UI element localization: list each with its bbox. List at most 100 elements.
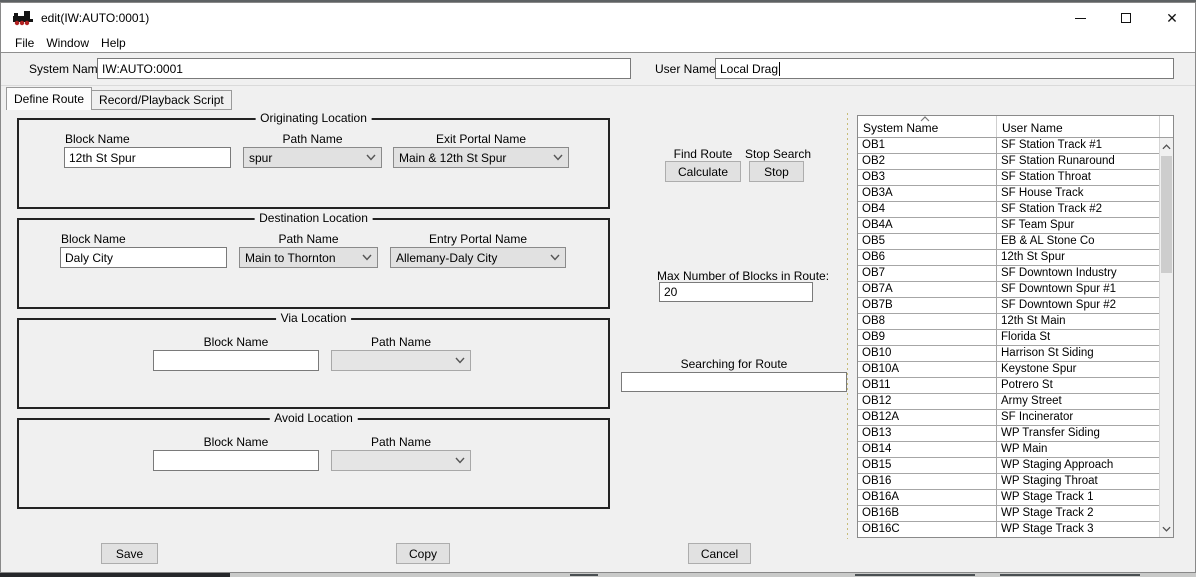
chevron-down-icon	[1162, 526, 1171, 532]
name-header-panel: System Name: User Name: Local Drag	[1, 52, 1195, 86]
table-scrollbar[interactable]	[1159, 138, 1173, 537]
table-row[interactable]: OB15 WP Staging Approach	[858, 458, 1160, 474]
block-table: System Name User Name OB1 SF Station Tra…	[857, 115, 1174, 538]
background-window-edge-bottom	[0, 573, 1196, 577]
table-row[interactable]: OB10 Harrison St Siding	[858, 346, 1160, 362]
via-location-title: Via Location	[276, 311, 352, 325]
originating-path-name-dropdown[interactable]: spur	[243, 147, 382, 168]
background-artifact	[570, 574, 598, 576]
user-name-cell: SF Team Spur	[997, 218, 1160, 233]
table-row[interactable]: OB9 Florida St	[858, 330, 1160, 346]
chevron-down-icon	[455, 457, 465, 464]
table-row[interactable]: OB12A SF Incinerator	[858, 410, 1160, 426]
user-name-cell: Army Street	[997, 394, 1160, 409]
user-name-cell: SF Downtown Spur #2	[997, 298, 1160, 313]
find-route-label: Find Route	[663, 147, 743, 161]
menu-window[interactable]: Window	[40, 33, 95, 52]
menu-bar: File Window Help	[1, 33, 1195, 52]
via-path-name-dropdown[interactable]	[331, 350, 471, 371]
destination-block-name-input[interactable]	[60, 247, 227, 268]
table-row[interactable]: OB16B WP Stage Track 2	[858, 506, 1160, 522]
via-location-group: Via Location Block Name Path Name	[17, 318, 610, 409]
table-row[interactable]: OB4 SF Station Track #2	[858, 202, 1160, 218]
user-name-cell: SF Station Runaround	[997, 154, 1160, 169]
via-block-name-input[interactable]	[153, 350, 319, 371]
caption-buttons: ✕	[1057, 3, 1195, 33]
system-name-cell: OB15	[858, 458, 997, 473]
user-name-cell: SF Station Track #2	[997, 202, 1160, 217]
title-bar: edit(IW:AUTO:0001) ✕	[1, 3, 1195, 33]
exit-portal-name-dropdown[interactable]: Main & 12th St Spur	[393, 147, 569, 168]
user-name-cell: WP Staging Throat	[997, 474, 1160, 489]
entry-portal-name-dropdown[interactable]: Allemany-Daly City	[390, 247, 566, 268]
entry-portal-name-label: Entry Portal Name	[390, 232, 566, 246]
block-table-body: OB1 SF Station Track #1 OB2 SF Station R…	[858, 138, 1160, 537]
table-row[interactable]: OB5 EB & AL Stone Co	[858, 234, 1160, 250]
system-name-cell: OB13	[858, 426, 997, 441]
table-row[interactable]: OB6 12th St Spur	[858, 250, 1160, 266]
destination-block-name-label: Block Name	[61, 232, 126, 246]
table-row[interactable]: OB7B SF Downtown Spur #2	[858, 298, 1160, 314]
searching-for-route-field[interactable]	[621, 372, 847, 392]
table-row[interactable]: OB16A WP Stage Track 1	[858, 490, 1160, 506]
avoid-block-name-input[interactable]	[153, 450, 319, 471]
system-name-cell: OB12A	[858, 410, 997, 425]
via-block-name-label: Block Name	[153, 335, 319, 349]
table-row[interactable]: OB3 SF Station Throat	[858, 170, 1160, 186]
system-name-cell: OB3A	[858, 186, 997, 201]
table-row[interactable]: OB7A SF Downtown Spur #1	[858, 282, 1160, 298]
user-name-cell: SF Downtown Spur #1	[997, 282, 1160, 297]
cancel-button[interactable]: Cancel	[688, 543, 751, 564]
table-row[interactable]: OB16C WP Stage Track 3	[858, 522, 1160, 537]
originating-path-name-label: Path Name	[243, 132, 382, 146]
max-blocks-input[interactable]	[659, 282, 813, 302]
system-name-cell: OB12	[858, 394, 997, 409]
tab-record-playback-script[interactable]: Record/Playback Script	[92, 90, 232, 110]
column-header-system-name[interactable]: System Name	[858, 116, 997, 137]
menu-help[interactable]: Help	[95, 33, 132, 52]
column-header-user-name[interactable]: User Name	[997, 116, 1160, 137]
menu-file[interactable]: File	[9, 33, 40, 52]
close-button[interactable]: ✕	[1149, 3, 1195, 33]
system-name-cell: OB4	[858, 202, 997, 217]
save-button[interactable]: Save	[101, 543, 158, 564]
destination-path-name-label: Path Name	[239, 232, 378, 246]
scroll-up-button[interactable]	[1160, 139, 1173, 154]
table-row[interactable]: OB4A SF Team Spur	[858, 218, 1160, 234]
table-row[interactable]: OB16 WP Staging Throat	[858, 474, 1160, 490]
stop-button[interactable]: Stop	[749, 161, 804, 182]
chevron-up-icon	[1162, 144, 1171, 150]
avoid-location-group: Avoid Location Block Name Path Name	[17, 418, 610, 509]
table-row[interactable]: OB1 SF Station Track #1	[858, 138, 1160, 154]
table-row[interactable]: OB10A Keystone Spur	[858, 362, 1160, 378]
system-name-cell: OB7B	[858, 298, 997, 313]
system-name-cell: OB11	[858, 378, 997, 393]
system-name-input[interactable]	[97, 58, 631, 79]
user-name-cell: EB & AL Stone Co	[997, 234, 1160, 249]
exit-portal-name-label: Exit Portal Name	[393, 132, 569, 146]
copy-button[interactable]: Copy	[396, 543, 450, 564]
table-row[interactable]: OB11 Potrero St	[858, 378, 1160, 394]
table-row[interactable]: OB8 12th St Main	[858, 314, 1160, 330]
originating-block-name-input[interactable]	[64, 147, 231, 168]
background-dark-segment	[0, 573, 230, 577]
table-row[interactable]: OB13 WP Transfer Siding	[858, 426, 1160, 442]
table-row[interactable]: OB7 SF Downtown Industry	[858, 266, 1160, 282]
maximize-button[interactable]	[1103, 3, 1149, 33]
chevron-down-icon	[366, 154, 376, 161]
table-row[interactable]: OB12 Army Street	[858, 394, 1160, 410]
calculate-button[interactable]: Calculate	[665, 161, 741, 182]
table-row[interactable]: OB3A SF House Track	[858, 186, 1160, 202]
searching-for-route-label: Searching for Route	[621, 357, 847, 371]
scroll-down-button[interactable]	[1160, 521, 1173, 536]
user-name-input[interactable]: Local Drag	[715, 58, 1174, 79]
minimize-icon	[1075, 18, 1086, 19]
minimize-button[interactable]	[1057, 3, 1103, 33]
tab-define-route[interactable]: Define Route	[6, 87, 92, 110]
table-row[interactable]: OB2 SF Station Runaround	[858, 154, 1160, 170]
destination-path-name-dropdown[interactable]: Main to Thornton	[239, 247, 378, 268]
chevron-down-icon	[553, 154, 563, 161]
avoid-path-name-dropdown[interactable]	[331, 450, 471, 471]
scrollbar-thumb[interactable]	[1161, 156, 1172, 273]
table-row[interactable]: OB14 WP Main	[858, 442, 1160, 458]
